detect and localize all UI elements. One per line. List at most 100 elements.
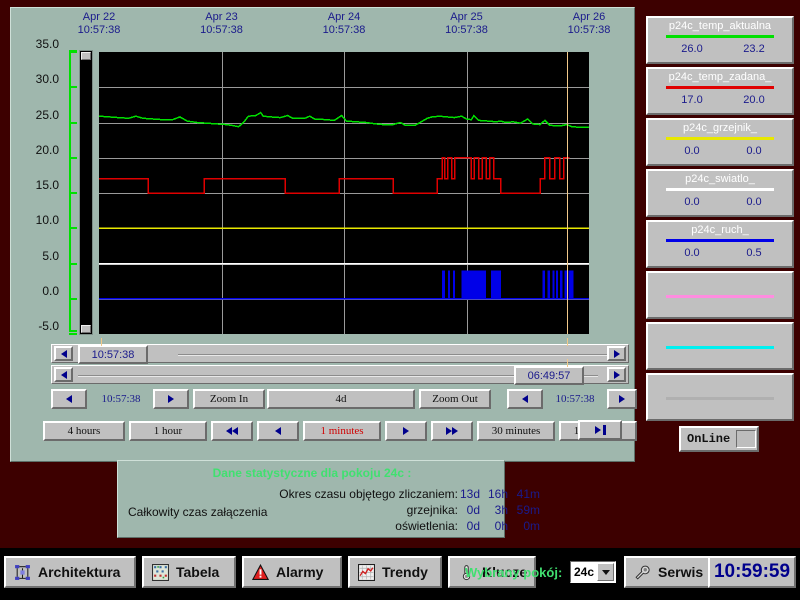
chart-date-label: Apr 23 10:57:38 bbox=[177, 11, 267, 37]
chart-date-day: Apr 26 bbox=[572, 11, 606, 23]
chart-series-pulse bbox=[552, 270, 555, 299]
range-30-minutes-button[interactable]: 30 minutes bbox=[477, 421, 555, 441]
arrow-left-icon bbox=[522, 395, 528, 403]
step-forward-button[interactable] bbox=[385, 421, 427, 441]
chart-y-tick-mark bbox=[69, 156, 77, 159]
legend-color-swatch bbox=[666, 188, 774, 191]
chart-y-tick-label: -5.0 bbox=[38, 319, 59, 333]
toolbar-table-label: Tabela bbox=[176, 564, 220, 580]
period-hours: 16h bbox=[487, 487, 508, 501]
toolbar-alarms-label: Alarmy bbox=[276, 564, 324, 580]
toolbar-trends-button[interactable]: Trendy bbox=[348, 556, 442, 588]
chart-date-time: 10:57:38 bbox=[77, 24, 121, 36]
chart-y-tick-mark bbox=[69, 51, 77, 53]
range-4-hours-button[interactable]: 4 hours bbox=[43, 421, 125, 441]
chart-y-tick-mark bbox=[69, 262, 77, 265]
legend-min-value: 17.0 bbox=[681, 94, 703, 106]
time-slider-bottom-thumb[interactable]: 06:49:57 bbox=[514, 366, 584, 385]
range-1-hour-button[interactable]: 1 hour bbox=[129, 421, 207, 441]
chart-series-line bbox=[99, 157, 570, 194]
step-forward-fast-button[interactable] bbox=[431, 421, 473, 441]
chart-series-pulse bbox=[461, 270, 487, 299]
chart-y-tick-mark bbox=[69, 121, 77, 124]
arrow-left-icon bbox=[275, 427, 281, 435]
legend-min-value: 26.0 bbox=[681, 43, 703, 55]
legend-box[interactable]: p24c_temp_zadana_ 17.0 20.0 bbox=[646, 67, 794, 115]
legend-box[interactable]: p24c_temp_aktualna 26.0 23.2 bbox=[646, 16, 794, 64]
chart-vertical-scrollbar[interactable] bbox=[79, 50, 93, 335]
statistics-title-suffix: : bbox=[407, 466, 412, 480]
statistics-title-room: 24c bbox=[384, 466, 405, 480]
slider-cursor-tick bbox=[566, 338, 568, 346]
legend-box[interactable] bbox=[646, 373, 794, 421]
next-time-button[interactable] bbox=[153, 389, 189, 409]
legend-box[interactable]: p24c_swiatlo_ 0.0 0.0 bbox=[646, 169, 794, 217]
toolbar-alarms-button[interactable]: Alarmy bbox=[242, 556, 342, 588]
trends-chart-icon bbox=[358, 563, 375, 581]
chart-series-pulse bbox=[560, 270, 563, 299]
time-slider-bottom-right-button[interactable] bbox=[607, 367, 626, 382]
chart-y-axis-line bbox=[69, 50, 77, 332]
slider-origin-tick bbox=[101, 338, 102, 346]
time-span-display[interactable]: 4d bbox=[267, 389, 415, 409]
chart-plot-area[interactable] bbox=[99, 52, 589, 334]
chart-series-pulse bbox=[568, 270, 574, 299]
zoom-out-button[interactable]: Zoom Out bbox=[419, 389, 491, 409]
step-size-display[interactable]: 1 minutes bbox=[303, 421, 381, 441]
vscroll-thumb-bottom[interactable] bbox=[81, 325, 91, 333]
legend-box[interactable] bbox=[646, 271, 794, 319]
online-status-button[interactable]: OnLine bbox=[679, 426, 759, 452]
toolbar-trends-label: Trendy bbox=[382, 564, 428, 580]
legend-box[interactable]: p24c_ruch_ 0.0 0.5 bbox=[646, 220, 794, 268]
jump-to-end-button[interactable] bbox=[578, 420, 622, 440]
zoom-in-button[interactable]: Zoom In bbox=[193, 389, 265, 409]
legend-box[interactable] bbox=[646, 322, 794, 370]
chart-date-label: Apr 24 10:57:38 bbox=[299, 11, 389, 37]
room-picker-select[interactable]: 24c bbox=[570, 561, 616, 583]
arrow-right-icon bbox=[452, 427, 458, 435]
light-minutes: 0m bbox=[523, 519, 540, 533]
table-icon bbox=[152, 563, 169, 581]
chart-y-tick-label: 25.0 bbox=[35, 107, 59, 122]
legend-series-name: p24c_swiatlo_ bbox=[685, 173, 755, 185]
legend-series-name: p24c_temp_zadana_ bbox=[668, 71, 772, 83]
chart-date-day: Apr 22 bbox=[82, 11, 116, 23]
chevron-down-icon[interactable] bbox=[597, 563, 614, 581]
room-picker-label: Wybrany pokój: bbox=[465, 565, 563, 580]
time-slider-top-left-button[interactable] bbox=[54, 346, 73, 361]
chart-cursor-line[interactable] bbox=[567, 52, 568, 334]
legend-min-value: 0.0 bbox=[684, 196, 700, 208]
heater-label: grzejnika: bbox=[406, 503, 458, 517]
chart-date-time: 10:57:38 bbox=[445, 24, 488, 36]
time-slider-top[interactable]: 10:57:38 bbox=[51, 344, 629, 364]
time-slider-top-thumb[interactable]: 10:57:38 bbox=[78, 345, 148, 364]
chart-series-layer bbox=[99, 111, 589, 300]
legend-max-value: 0.5 bbox=[746, 247, 762, 259]
toolbar-table-button[interactable]: Tabela bbox=[142, 556, 236, 588]
toolbar-service-button[interactable]: Serwis bbox=[624, 556, 712, 588]
chart-y-axis-labels: 35.0 30.0 25.0 20.0 15.0 10.0 5.0 0.0 -5.0 bbox=[11, 37, 59, 336]
system-clock: 10:59:59 bbox=[708, 556, 796, 588]
chart-date-label: Apr 22 10:57:38 bbox=[54, 11, 144, 37]
period-days: 13d bbox=[459, 487, 480, 501]
trend-panel: Apr 22 10:57:38 Apr 23 10:57:38 Apr 24 10:57:… bbox=[10, 7, 637, 462]
vscroll-thumb-top[interactable] bbox=[81, 52, 91, 60]
toolbar-architecture-button[interactable]: Architektura bbox=[4, 556, 136, 588]
prev-time-button[interactable] bbox=[51, 389, 87, 409]
light-days: 0d bbox=[466, 519, 480, 533]
legend-max-value: 23.2 bbox=[743, 43, 765, 55]
chart-y-tick-label: 15.0 bbox=[35, 178, 59, 192]
step-back-fast-button[interactable] bbox=[211, 421, 253, 441]
step-back-button[interactable] bbox=[257, 421, 299, 441]
chart-y-tick-label: 20.0 bbox=[35, 142, 59, 157]
chart-y-tick-label: 10.0 bbox=[35, 213, 59, 228]
time-slider-top-track-highlight bbox=[178, 355, 608, 356]
time-slider-bottom-left-button[interactable] bbox=[54, 367, 73, 382]
time-slider-bottom[interactable]: 06:49:57 bbox=[51, 365, 629, 385]
legend-box[interactable]: p24c_grzejnik_ 0.0 0.0 bbox=[646, 118, 794, 166]
legend-max-value: 0.0 bbox=[746, 145, 762, 157]
prev-time-button-2[interactable] bbox=[507, 389, 543, 409]
time-slider-top-right-button[interactable] bbox=[607, 346, 626, 361]
chart-date-day: Apr 23 bbox=[205, 11, 238, 23]
next-time-button-2[interactable] bbox=[607, 389, 637, 409]
